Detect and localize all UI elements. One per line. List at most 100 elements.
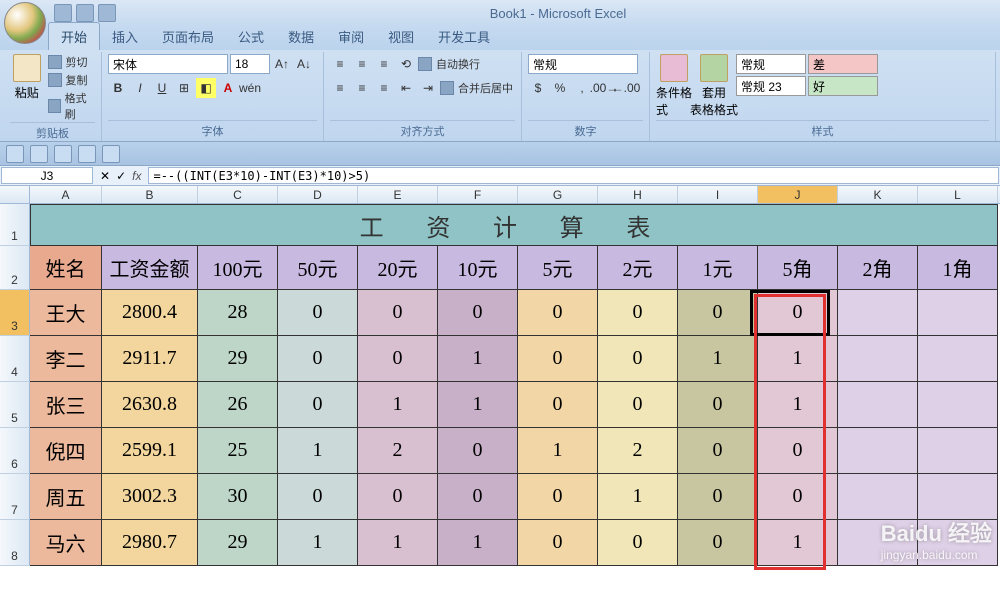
bold-button[interactable]: B xyxy=(108,78,128,98)
fill-color-button[interactable]: ◧ xyxy=(196,78,216,98)
sec-btn-2[interactable] xyxy=(30,145,48,163)
data-cell[interactable]: 1 xyxy=(438,382,518,428)
data-cell[interactable]: 1 xyxy=(678,336,758,382)
data-cell[interactable]: 0 xyxy=(758,290,838,336)
qat-redo-icon[interactable] xyxy=(98,4,116,22)
data-cell[interactable]: 1 xyxy=(438,336,518,382)
header-cell[interactable]: 姓名 xyxy=(30,246,102,290)
data-cell[interactable]: 1 xyxy=(758,382,838,428)
data-cell[interactable]: 0 xyxy=(518,520,598,566)
data-cell[interactable]: 0 xyxy=(358,336,438,382)
col-D[interactable]: D xyxy=(278,186,358,203)
data-cell[interactable]: 0 xyxy=(358,474,438,520)
data-cell[interactable]: 26 xyxy=(198,382,278,428)
data-cell[interactable]: 2630.8 xyxy=(102,382,198,428)
tab-home[interactable]: 开始 xyxy=(48,22,100,50)
data-cell[interactable] xyxy=(918,336,998,382)
font-color-button[interactable]: A xyxy=(218,78,238,98)
col-H[interactable]: H xyxy=(598,186,678,203)
qat-save-icon[interactable] xyxy=(54,4,72,22)
data-cell[interactable]: 0 xyxy=(598,520,678,566)
data-cell[interactable]: 0 xyxy=(678,474,758,520)
wrap-text-button[interactable]: 自动换行 xyxy=(418,54,480,74)
header-cell[interactable]: 5元 xyxy=(518,246,598,290)
percent-button[interactable]: % xyxy=(550,78,570,98)
paste-button[interactable]: 粘贴 xyxy=(10,54,44,101)
align-middle-button[interactable]: ≡ xyxy=(352,54,372,74)
style-bad[interactable]: 差 xyxy=(808,54,878,74)
data-cell[interactable]: 0 xyxy=(518,474,598,520)
copy-button[interactable]: 复制 xyxy=(48,72,95,88)
data-cell[interactable]: 2 xyxy=(358,428,438,474)
data-cell[interactable] xyxy=(838,428,918,474)
col-C[interactable]: C xyxy=(198,186,278,203)
tab-formulas[interactable]: 公式 xyxy=(226,23,276,50)
data-cell[interactable]: 0 xyxy=(278,382,358,428)
data-cell[interactable]: 2 xyxy=(598,428,678,474)
indent-dec-button[interactable]: ⇤ xyxy=(396,78,416,98)
tab-data[interactable]: 数据 xyxy=(276,23,326,50)
data-cell[interactable]: 0 xyxy=(678,290,758,336)
col-I[interactable]: I xyxy=(678,186,758,203)
cancel-icon[interactable]: ✕ xyxy=(100,169,110,183)
select-all-corner[interactable] xyxy=(0,186,30,203)
data-cell[interactable]: 2911.7 xyxy=(102,336,198,382)
col-K[interactable]: K xyxy=(838,186,918,203)
data-cell[interactable]: 1 xyxy=(358,382,438,428)
row-header[interactable]: 6 xyxy=(0,428,30,474)
qat-undo-icon[interactable] xyxy=(76,4,94,22)
data-cell[interactable]: 1 xyxy=(598,474,678,520)
sec-btn-4[interactable] xyxy=(78,145,96,163)
font-size-combo[interactable]: 18 xyxy=(230,54,270,74)
office-button[interactable] xyxy=(4,2,46,44)
fx-icon[interactable]: fx xyxy=(132,169,141,183)
header-cell[interactable]: 2角 xyxy=(838,246,918,290)
enter-icon[interactable]: ✓ xyxy=(116,169,126,183)
style-good[interactable]: 好 xyxy=(808,76,878,96)
col-A[interactable]: A xyxy=(30,186,102,203)
data-cell[interactable]: 0 xyxy=(598,290,678,336)
data-cell[interactable]: 1 xyxy=(278,428,358,474)
header-cell[interactable]: 10元 xyxy=(438,246,518,290)
data-cell[interactable]: 1 xyxy=(278,520,358,566)
align-top-button[interactable]: ≡ xyxy=(330,54,350,74)
data-cell[interactable]: 1 xyxy=(358,520,438,566)
number-format-combo[interactable]: 常规 xyxy=(528,54,638,74)
data-cell[interactable]: 30 xyxy=(198,474,278,520)
orientation-button[interactable]: ⟲ xyxy=(396,54,416,74)
col-B[interactable]: B xyxy=(102,186,198,203)
header-cell[interactable]: 100元 xyxy=(198,246,278,290)
data-cell[interactable]: 0 xyxy=(438,474,518,520)
data-cell[interactable]: 1 xyxy=(518,428,598,474)
row-header[interactable]: 7 xyxy=(0,474,30,520)
header-cell[interactable]: 5角 xyxy=(758,246,838,290)
col-L[interactable]: L xyxy=(918,186,998,203)
format-painter-button[interactable]: 格式刷 xyxy=(48,90,95,122)
data-cell[interactable]: 王大 xyxy=(30,290,102,336)
data-cell[interactable]: 2599.1 xyxy=(102,428,198,474)
dec-decimal-button[interactable]: ←.00 xyxy=(616,78,636,98)
tab-dev[interactable]: 开发工具 xyxy=(426,23,502,50)
sec-btn-3[interactable] xyxy=(54,145,72,163)
merge-center-button[interactable]: 合并后居中 xyxy=(440,78,513,98)
data-cell[interactable]: 李二 xyxy=(30,336,102,382)
underline-button[interactable]: U xyxy=(152,78,172,98)
increase-font-button[interactable]: A↑ xyxy=(272,54,292,74)
worksheet-grid[interactable]: 1工 资 计 算 表2姓名工资金额100元50元20元10元5元2元1元5角2角… xyxy=(0,204,1000,566)
data-cell[interactable]: 马六 xyxy=(30,520,102,566)
data-cell[interactable]: 0 xyxy=(278,336,358,382)
data-cell[interactable]: 1 xyxy=(438,520,518,566)
cell-styles-gallery[interactable]: 常规 差 常规 23 好 xyxy=(736,54,878,96)
col-E[interactable]: E xyxy=(358,186,438,203)
data-cell[interactable]: 29 xyxy=(198,336,278,382)
formula-input[interactable]: =--((INT(E3*10)-INT(E3)*10)>5) xyxy=(148,167,999,184)
data-cell[interactable] xyxy=(838,336,918,382)
data-cell[interactable]: 0 xyxy=(358,290,438,336)
data-cell[interactable]: 0 xyxy=(758,428,838,474)
row-header[interactable]: 2 xyxy=(0,246,30,290)
data-cell[interactable]: 3002.3 xyxy=(102,474,198,520)
data-cell[interactable]: 0 xyxy=(518,290,598,336)
row-header[interactable]: 5 xyxy=(0,382,30,428)
name-box[interactable]: J3 xyxy=(1,167,93,184)
align-center-button[interactable]: ≡ xyxy=(352,78,372,98)
